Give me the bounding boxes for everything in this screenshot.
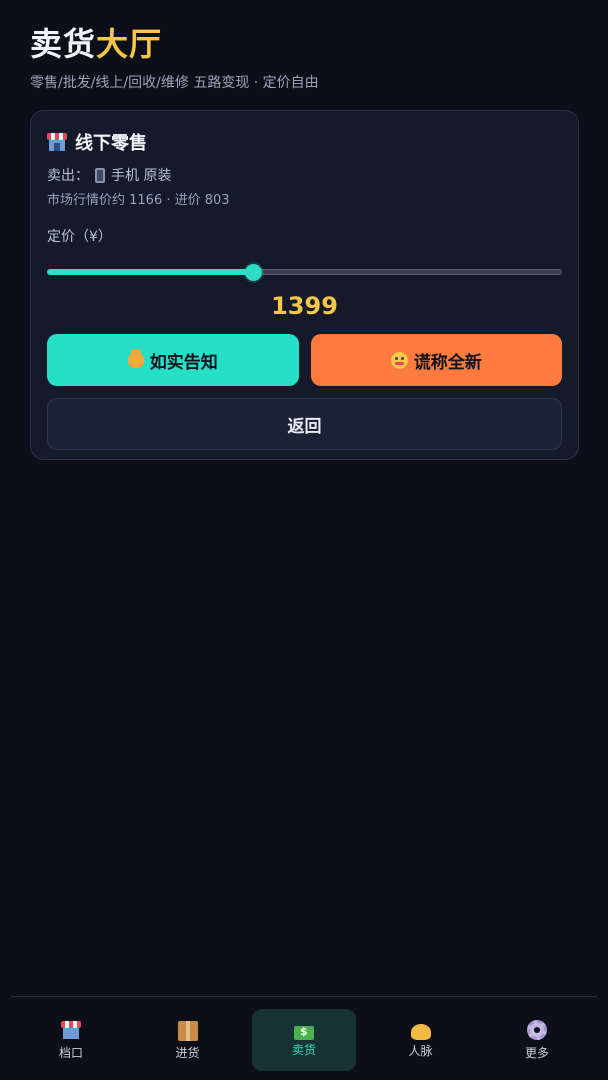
page-title-part1: 卖货 xyxy=(30,25,97,63)
page-header: 卖货大厅 零售/批发/线上/回收/维修 五路变现 · 定价自由 xyxy=(30,24,319,92)
nav-item-stock[interactable]: 进货 xyxy=(136,1009,240,1071)
card-title: 线下零售 xyxy=(47,129,562,155)
item-name: 手机 原装 xyxy=(111,168,172,184)
slider-fill xyxy=(47,269,253,275)
retail-card: 线下零售 卖出： 手机 原装 市场行情价约 1166 · 进价 803 定价（¥… xyxy=(30,110,579,460)
box-icon xyxy=(177,1020,198,1041)
card-title-text: 线下零售 xyxy=(75,133,147,154)
handshake-icon xyxy=(410,1023,431,1040)
price-value: 1399 xyxy=(271,292,338,320)
lie-button[interactable]: 谎称全新 xyxy=(310,334,562,386)
money-icon xyxy=(294,1025,314,1040)
nav-label: 人脉 xyxy=(408,1043,433,1058)
nav-item-sell[interactable]: 卖货 xyxy=(252,1009,356,1071)
store-icon xyxy=(61,1020,81,1040)
honest-button[interactable]: 如实告知 xyxy=(47,334,299,386)
back-button[interactable]: 返回 xyxy=(47,398,562,450)
hand-icon xyxy=(127,349,144,368)
market-info: 市场行情价约 1166 · 进价 803 xyxy=(47,193,230,208)
nav-label: 档口 xyxy=(58,1045,83,1060)
honest-button-label: 如实告知 xyxy=(149,352,218,373)
phone-icon xyxy=(95,167,105,183)
sell-prefix: 卖出： xyxy=(47,168,89,184)
bottom-nav: 档口 进货 卖货 人脉 更多 xyxy=(11,996,597,1080)
sell-hall-screen: 卖货大厅 零售/批发/线上/回收/维修 五路变现 · 定价自由 线下零售 卖出：… xyxy=(0,0,608,1080)
nav-label: 进货 xyxy=(175,1045,200,1060)
store-icon xyxy=(47,133,67,151)
page-title-part2: 大厅 xyxy=(96,25,163,63)
price-label: 定价（¥） xyxy=(47,229,112,245)
nav-item-contacts[interactable]: 人脉 xyxy=(369,1009,473,1071)
price-slider[interactable] xyxy=(47,264,562,281)
gear-icon xyxy=(527,1019,547,1040)
nav-item-stall[interactable]: 档口 xyxy=(19,1009,123,1071)
lying-face-icon xyxy=(390,351,408,369)
nav-item-more[interactable]: 更多 xyxy=(485,1009,589,1071)
sell-item-line: 卖出： 手机 原装 xyxy=(47,165,562,185)
lie-button-label: 谎称全新 xyxy=(413,352,482,373)
page-title: 卖货大厅 xyxy=(30,24,319,64)
action-buttons: 如实告知 谎称全新 xyxy=(47,334,562,386)
nav-label: 更多 xyxy=(524,1045,549,1060)
slider-thumb[interactable] xyxy=(245,264,262,281)
page-subtitle: 零售/批发/线上/回收/维修 五路变现 · 定价自由 xyxy=(30,75,319,91)
nav-label: 卖货 xyxy=(291,1042,316,1057)
